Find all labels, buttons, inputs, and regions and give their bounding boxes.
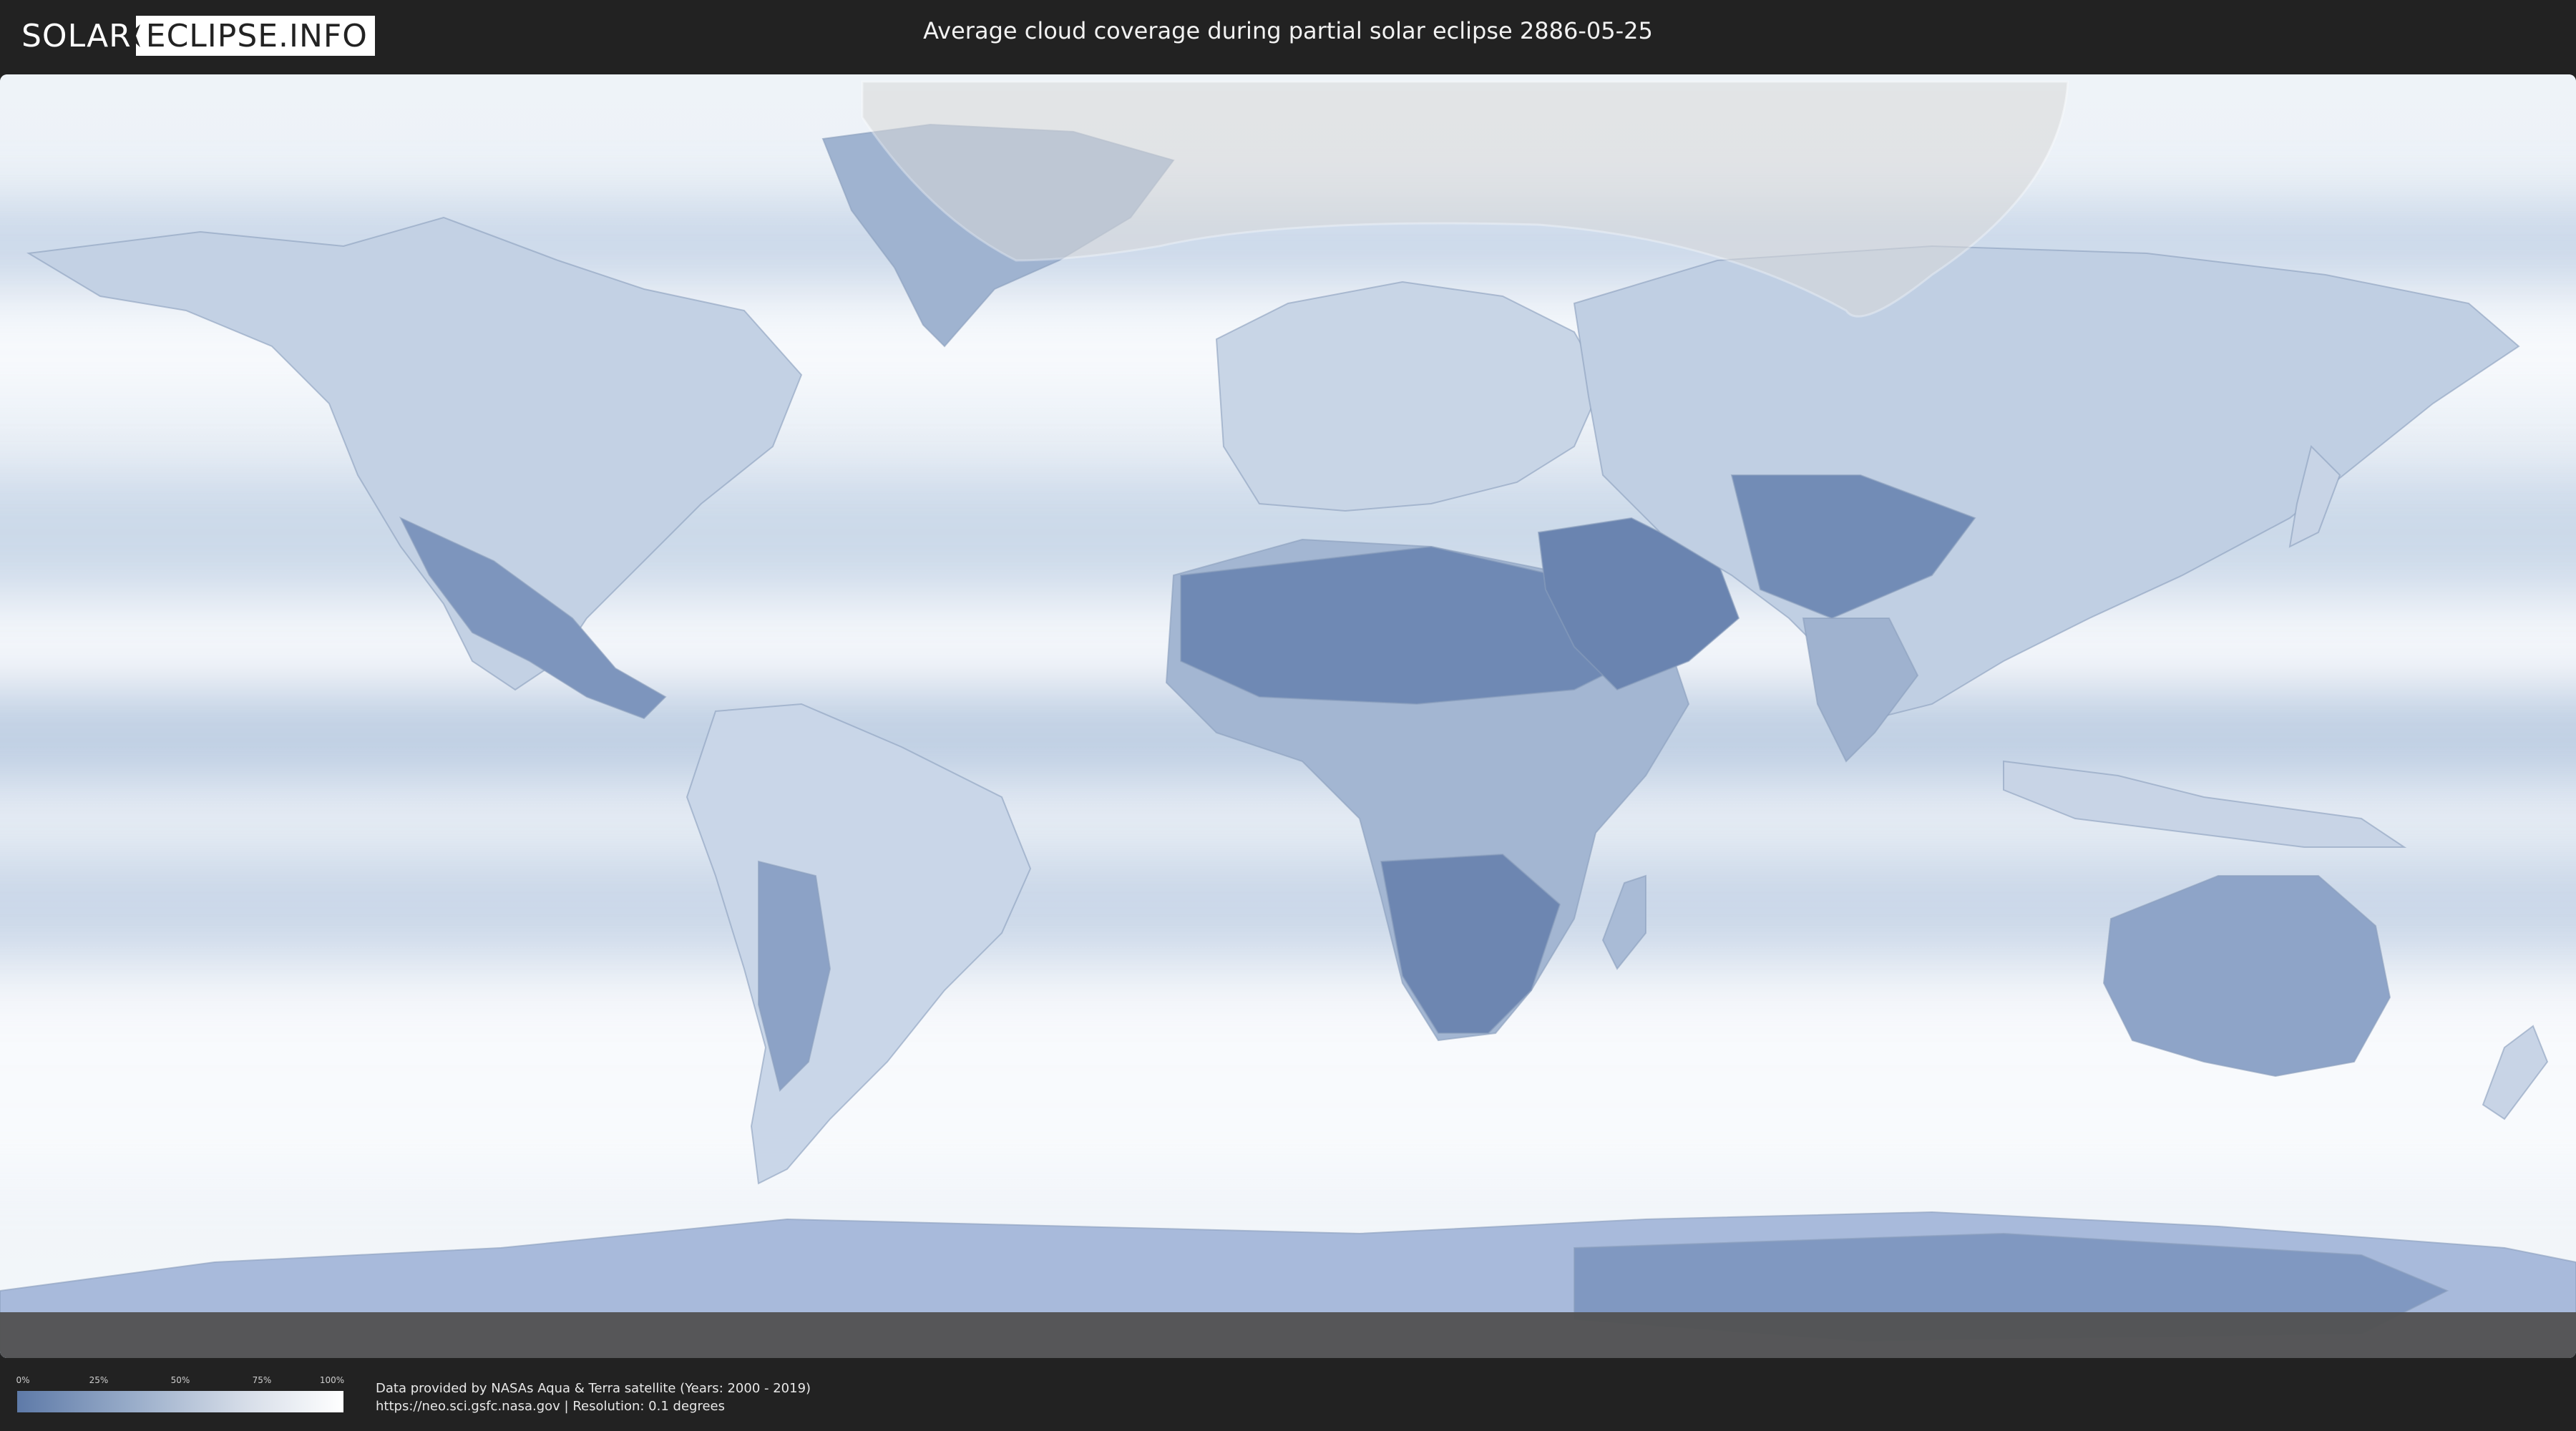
- world-map-svg: [0, 74, 2576, 1358]
- legend-ticks: 0% 25% 50% 75% 100%: [16, 1375, 345, 1388]
- legend-tick-25: 25%: [89, 1375, 109, 1385]
- legend-tick-75: 75%: [252, 1375, 272, 1385]
- cloud-coverage-map[interactable]: [0, 74, 2576, 1358]
- header-bar: SOLAR ECLIPSE.INFO Average cloud coverag…: [0, 0, 2576, 70]
- credits-line-source: Data provided by NASAs Aqua & Terra sate…: [376, 1381, 811, 1396]
- footer-bar: 0% 25% 50% 75% 100% Data provided by NAS…: [0, 1358, 2576, 1431]
- credits-line-url[interactable]: https://neo.sci.gsfc.nasa.gov | Resoluti…: [376, 1397, 811, 1415]
- page-title: Average cloud coverage during partial so…: [923, 17, 1653, 44]
- data-credits: Data provided by NASAs Aqua & Terra sate…: [376, 1379, 811, 1415]
- legend-tick-0: 0%: [16, 1375, 30, 1385]
- south-shadow-edge: [0, 1312, 2576, 1358]
- legend-tick-100: 100%: [319, 1375, 345, 1385]
- legend-color-bar: [17, 1391, 343, 1412]
- cloud-coverage-legend: 0% 25% 50% 75% 100%: [16, 1375, 345, 1412]
- legend-tick-50: 50%: [170, 1375, 190, 1385]
